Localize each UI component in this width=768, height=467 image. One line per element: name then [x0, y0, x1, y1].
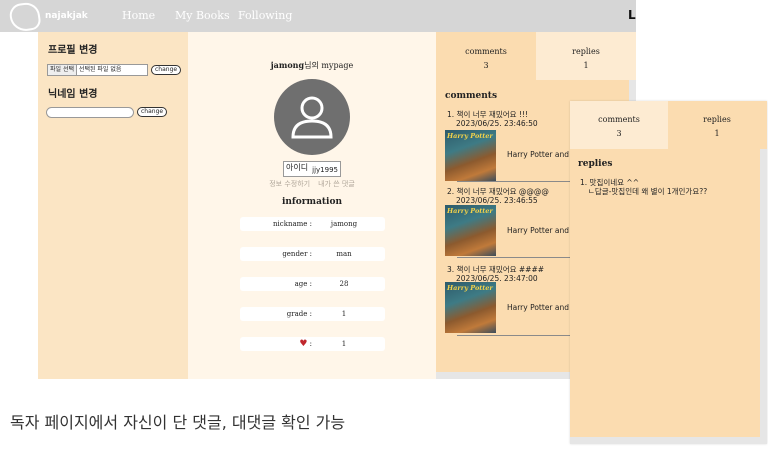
info-row-age: age : 28	[240, 277, 385, 291]
profile-change-title: 프로필 변경	[48, 45, 98, 56]
info-value: 1	[341, 340, 347, 348]
nav-home-link[interactable]: Home	[122, 9, 155, 22]
nickname-change-button[interactable]: change	[137, 107, 168, 117]
info-key: nickname :	[273, 220, 312, 228]
file-select-button[interactable]: 파일 선택	[48, 65, 77, 75]
nickname-input[interactable]	[46, 107, 134, 118]
tab-count: 3	[616, 129, 622, 138]
book-cover-logo: Harry Potter	[447, 132, 493, 140]
comment-text: 책이 너무 재밌어요 ####	[456, 265, 545, 274]
profile-links: 정보 수정하기 내가 쓴 댓글	[188, 179, 436, 189]
info-row-likes: ♥ : 1	[240, 337, 385, 351]
reply-item[interactable]: 1. 맛집이네요 ^^ ㄴ답글-맛집인데 왜 별이 1개인가요??	[580, 178, 707, 196]
info-row-grade: grade : 1	[240, 307, 385, 321]
owner-name: jamong	[270, 60, 305, 70]
id-field: 아이디 jjy1995	[283, 161, 341, 177]
comment-number: 3.	[447, 265, 455, 274]
book-cover-logo: Harry Potter	[447, 207, 493, 215]
info-key-text: :	[309, 340, 312, 348]
page-title: jamong님의 mypage	[188, 60, 436, 71]
tab-label: replies	[703, 115, 731, 124]
caption-text: 독자 페이지에서 자신이 단 댓글, 대댓글 확인 가능	[10, 413, 346, 432]
replies-scrollbar[interactable]	[760, 149, 767, 437]
edit-info-link[interactable]: 정보 수정하기	[269, 180, 310, 188]
tab-comments[interactable]: comments 3	[570, 101, 668, 149]
id-label: 아이디	[286, 163, 309, 172]
info-row-gender: gender : man	[240, 247, 385, 261]
heart-icon: ♥	[299, 339, 308, 349]
comment-number: 2.	[447, 187, 455, 196]
tab-comments[interactable]: comments 3	[436, 32, 536, 80]
info-key: grade :	[286, 310, 312, 318]
comment-number: 1.	[447, 110, 455, 119]
replies-scrollbar-horizontal[interactable]	[570, 437, 767, 444]
info-value: 28	[339, 280, 349, 288]
book-cover-logo: Harry Potter	[447, 284, 493, 292]
nickname-change-title: 닉네임 변경	[48, 89, 98, 100]
info-value: man	[336, 250, 352, 258]
tab-replies[interactable]: replies 1	[668, 101, 766, 149]
page-title-suffix: 님의 mypage	[304, 61, 354, 70]
reply-sub-text: ㄴ답글-맛집인데 왜 별이 1개인가요??	[588, 187, 708, 196]
book-title[interactable]: Harry Potter and	[507, 150, 569, 159]
reply-text: 맛집이네요 ^^	[589, 178, 639, 187]
replies-list-title: replies	[578, 159, 613, 169]
info-row-nickname: nickname : jamong	[240, 217, 385, 231]
settings-sidebar: 프로필 변경 파일 선택 선택된 파일 없음 change 닉네임 변경 cha…	[38, 32, 188, 379]
user-icon	[291, 96, 333, 139]
information-title: information	[281, 197, 343, 207]
book-cover[interactable]: Harry Potter	[445, 282, 496, 333]
info-value: 1	[341, 310, 347, 318]
logo-text[interactable]: najakjak	[45, 11, 88, 21]
profile-panel: jamong님의 mypage 아이디 jjy1995 정보 수정하기 내가 쓴 …	[188, 32, 436, 379]
book-title[interactable]: Harry Potter and	[507, 303, 569, 312]
info-value: jamong	[330, 220, 358, 228]
nav-my-books-link[interactable]: My Books	[175, 9, 230, 22]
logo-icon[interactable]	[8, 1, 42, 33]
tab-label: comments	[465, 47, 507, 56]
reply-number: 1.	[580, 178, 588, 187]
info-key: gender :	[282, 250, 312, 258]
activity-tabs: comments 3 replies 1	[436, 32, 636, 80]
info-key: age :	[294, 280, 312, 288]
book-cover[interactable]: Harry Potter	[445, 130, 496, 181]
tab-label: replies	[572, 47, 600, 56]
nav-following-link[interactable]: Following	[238, 9, 292, 22]
my-comments-link[interactable]: 내가 쓴 댓글	[318, 180, 355, 188]
top-nav-bar: najakjak Home My Books Following L	[0, 0, 636, 33]
profile-change-button[interactable]: change	[151, 65, 182, 75]
nav-right-partial-link[interactable]: L	[628, 8, 636, 22]
tab-replies[interactable]: replies 1	[536, 32, 636, 80]
book-title[interactable]: Harry Potter and	[507, 226, 569, 235]
tab-label: comments	[598, 115, 640, 124]
profile-file-input[interactable]: 파일 선택 선택된 파일 없음	[47, 64, 148, 76]
book-cover[interactable]: Harry Potter	[445, 205, 496, 256]
comments-list-title: comments	[445, 91, 498, 101]
tab-count: 3	[483, 61, 489, 70]
file-status-text: 선택된 파일 없음	[78, 66, 122, 73]
tab-count: 1	[714, 129, 720, 138]
comment-text: 책이 너무 재밌어요 !!!	[456, 110, 528, 119]
replies-panel: comments 3 replies 1 replies 1. 맛집이네요 ^^…	[570, 101, 767, 444]
avatar[interactable]	[274, 79, 350, 155]
tab-count: 1	[583, 61, 589, 70]
info-key: ♥ :	[240, 337, 312, 351]
comment-text: 책이 너무 재밌어요 @@@@	[456, 187, 549, 196]
id-value: jjy1995	[312, 166, 338, 174]
